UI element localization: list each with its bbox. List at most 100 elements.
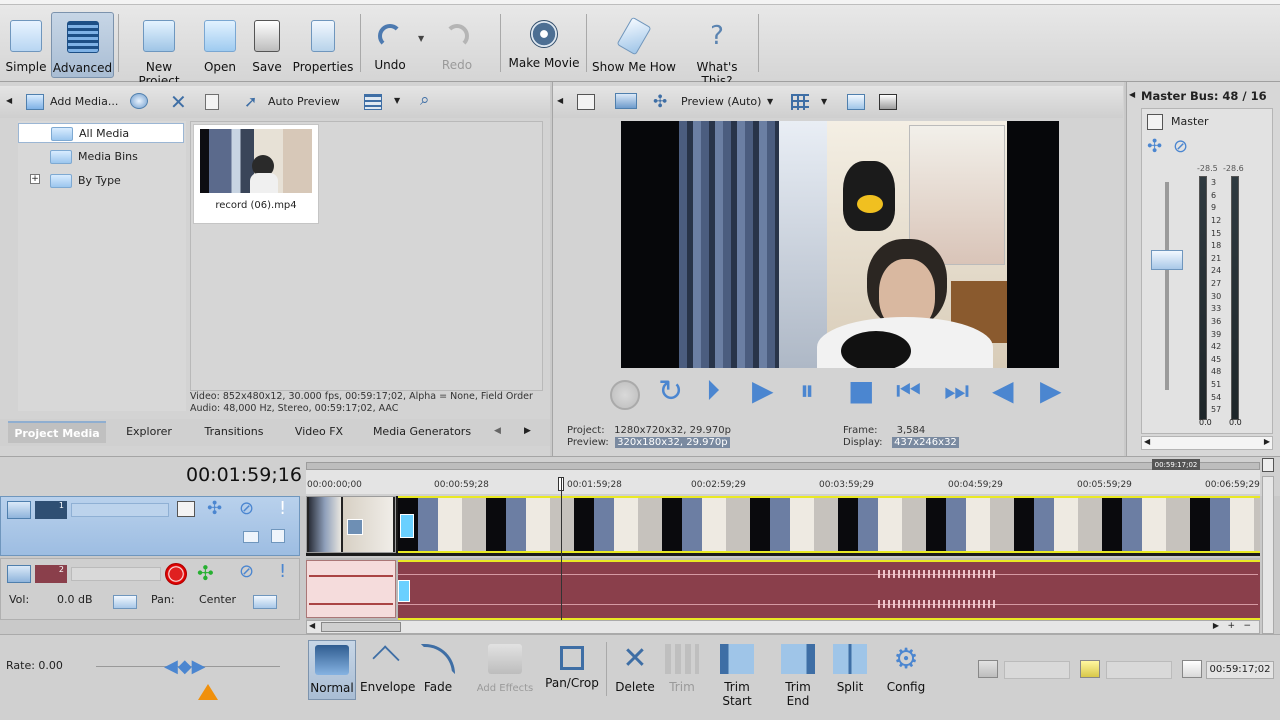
video-clip-1[interactable] [306,496,396,553]
zoom-in-icon[interactable]: + [1227,621,1235,631]
track-motion-icon[interactable] [177,501,195,517]
timeline-horizontal-scrollbar[interactable]: ◀ ▶ + − [306,620,1260,634]
scroll-right-icon[interactable]: ▶ [1213,621,1219,630]
track-name-field[interactable] [71,567,161,581]
preview-quality-dropdown[interactable]: Preview (Auto) [681,95,761,108]
undo-button[interactable]: Undo [370,12,410,78]
simple-view-button[interactable]: Simple [4,12,48,78]
tab-scroll-right-icon[interactable]: ▶ [524,426,531,436]
zoom-out-icon[interactable]: − [1243,621,1251,631]
master-fx-icon[interactable]: ✣ [1147,136,1162,157]
selection-end-field[interactable]: 00:59:17;02 [1206,661,1274,679]
selection-start-field[interactable] [1004,661,1070,679]
pan-slider[interactable] [253,595,277,609]
overlays-dropdown-icon[interactable]: ▼ [821,97,827,106]
config-button[interactable]: ⚙ Config [882,640,930,700]
external-monitor-icon[interactable] [615,93,637,109]
envelope-button[interactable]: Envelope [360,640,415,700]
master-horizontal-scrollbar[interactable]: ◀ ▶ [1141,436,1273,450]
selection-length-field[interactable] [1106,661,1172,679]
save-button[interactable]: Save [248,12,286,78]
clip-handle-icon[interactable] [400,514,414,538]
composite-mode-icon[interactable] [243,531,259,543]
track-fx-icon[interactable]: ✣ [197,561,214,585]
play-icon[interactable]: ▶ [752,374,774,407]
timeline-vertical-scrollbar[interactable] [1262,476,1274,634]
audio-clip-2[interactable] [398,560,1260,620]
master-mute-icon[interactable]: ⊘ [1173,136,1188,157]
auto-preview-button[interactable]: Auto Preview [268,95,340,108]
overlays-grid-icon[interactable] [791,94,809,110]
tab-media-generators[interactable]: Media Generators [370,421,474,443]
trim-end-button[interactable]: Trim End [772,640,824,708]
search-icon[interactable]: ⌕ [420,90,430,110]
tab-project-media[interactable]: Project Media [8,421,106,443]
video-clip-2[interactable] [398,496,1260,553]
media-properties-icon[interactable] [205,94,219,110]
split-button[interactable]: Split [830,640,870,700]
tab-transitions[interactable]: Transitions [198,421,270,443]
add-media-button[interactable]: Add Media... [50,95,118,108]
expand-icon[interactable]: + [30,174,40,184]
open-button[interactable]: Open [200,12,240,78]
preview-quality-dropdown-icon[interactable]: ▼ [767,97,773,106]
go-to-end-icon[interactable]: ⏭ [944,374,969,408]
volume-slider[interactable] [113,595,137,609]
rate-slider-handle[interactable] [198,684,218,700]
trim-start-button[interactable]: Trim Start [708,640,766,708]
whats-this-button[interactable]: ? What's This? [682,12,752,88]
make-movie-button[interactable]: Make Movie [508,12,580,78]
new-project-button[interactable]: New Project [124,12,194,88]
track-mute-icon[interactable]: ⊘ [239,498,254,519]
master-fader-handle[interactable] [1151,250,1183,270]
copy-snapshot-icon[interactable] [847,94,865,110]
tab-explorer[interactable]: Explorer [118,421,180,443]
parent-composite-icon[interactable] [271,529,285,543]
trim-button[interactable]: Trim [662,640,702,700]
track-fx-icon[interactable]: ✣ [207,498,222,519]
tree-item-media-bins[interactable]: Media Bins [18,147,184,167]
delete-button[interactable]: ✕ Delete [612,640,658,700]
redo-button[interactable]: Redo [436,12,478,78]
track-solo-icon[interactable]: ! [279,561,286,582]
preview-properties-icon[interactable] [577,94,595,110]
previous-frame-icon[interactable]: ◀ [992,374,1014,407]
master-properties-icon[interactable] [1147,114,1163,130]
undo-dropdown-icon[interactable]: ▼ [418,34,424,43]
fade-button[interactable]: Fade [418,640,458,700]
advanced-view-button[interactable]: Advanced [51,12,114,78]
stop-icon[interactable]: ■ [848,374,874,407]
tab-scroll-left-icon[interactable]: ◀ [494,426,501,436]
video-track-header[interactable]: 1 ✣ ⊘ ! [0,496,300,556]
track-name-field[interactable] [71,503,169,517]
tab-video-fx[interactable]: Video FX [288,421,350,443]
track-mute-icon[interactable]: ⊘ [239,561,254,582]
track-expand-icon[interactable] [7,565,31,583]
pause-icon[interactable]: ⏸ [800,374,814,408]
show-me-how-button[interactable]: Show Me How [592,12,676,78]
audio-track-header[interactable]: 2 ✣ ⊘ ! Vol: 0.0 dB Pan: Center [0,558,300,620]
media-thumbnail[interactable]: record (06).mp4 [193,124,319,224]
go-to-start-icon[interactable]: ⏮ [896,374,921,408]
tree-item-all-media[interactable]: All Media [18,123,184,143]
rate-shuttle-icon[interactable]: ◀◆▶ [164,656,206,677]
audio-clip-1[interactable] [306,560,396,618]
track-expand-icon[interactable] [7,501,31,519]
arm-record-icon[interactable] [165,563,187,585]
import-icon[interactable] [130,93,148,109]
remove-media-icon[interactable]: ✕ [170,90,187,114]
properties-button[interactable]: Properties [292,12,354,78]
normal-edit-button[interactable]: Normal [308,640,356,700]
track-solo-icon[interactable]: ! [279,498,286,519]
play-from-start-icon[interactable]: ⏵ [706,374,720,408]
timeline-scroll-up-icon[interactable] [1262,458,1274,472]
clip-pan-crop-icon[interactable] [347,519,363,535]
next-frame-icon[interactable]: ▶ [1040,374,1062,407]
pan-crop-button[interactable]: Pan/Crop [544,640,600,700]
views-dropdown-icon[interactable]: ▼ [394,96,400,105]
tree-item-by-type[interactable]: + By Type [18,171,184,191]
save-snapshot-icon[interactable] [879,94,897,110]
views-icon[interactable] [364,94,382,110]
add-effects-button[interactable]: Add Effects [474,640,536,700]
clip-handle-icon[interactable] [398,580,410,602]
